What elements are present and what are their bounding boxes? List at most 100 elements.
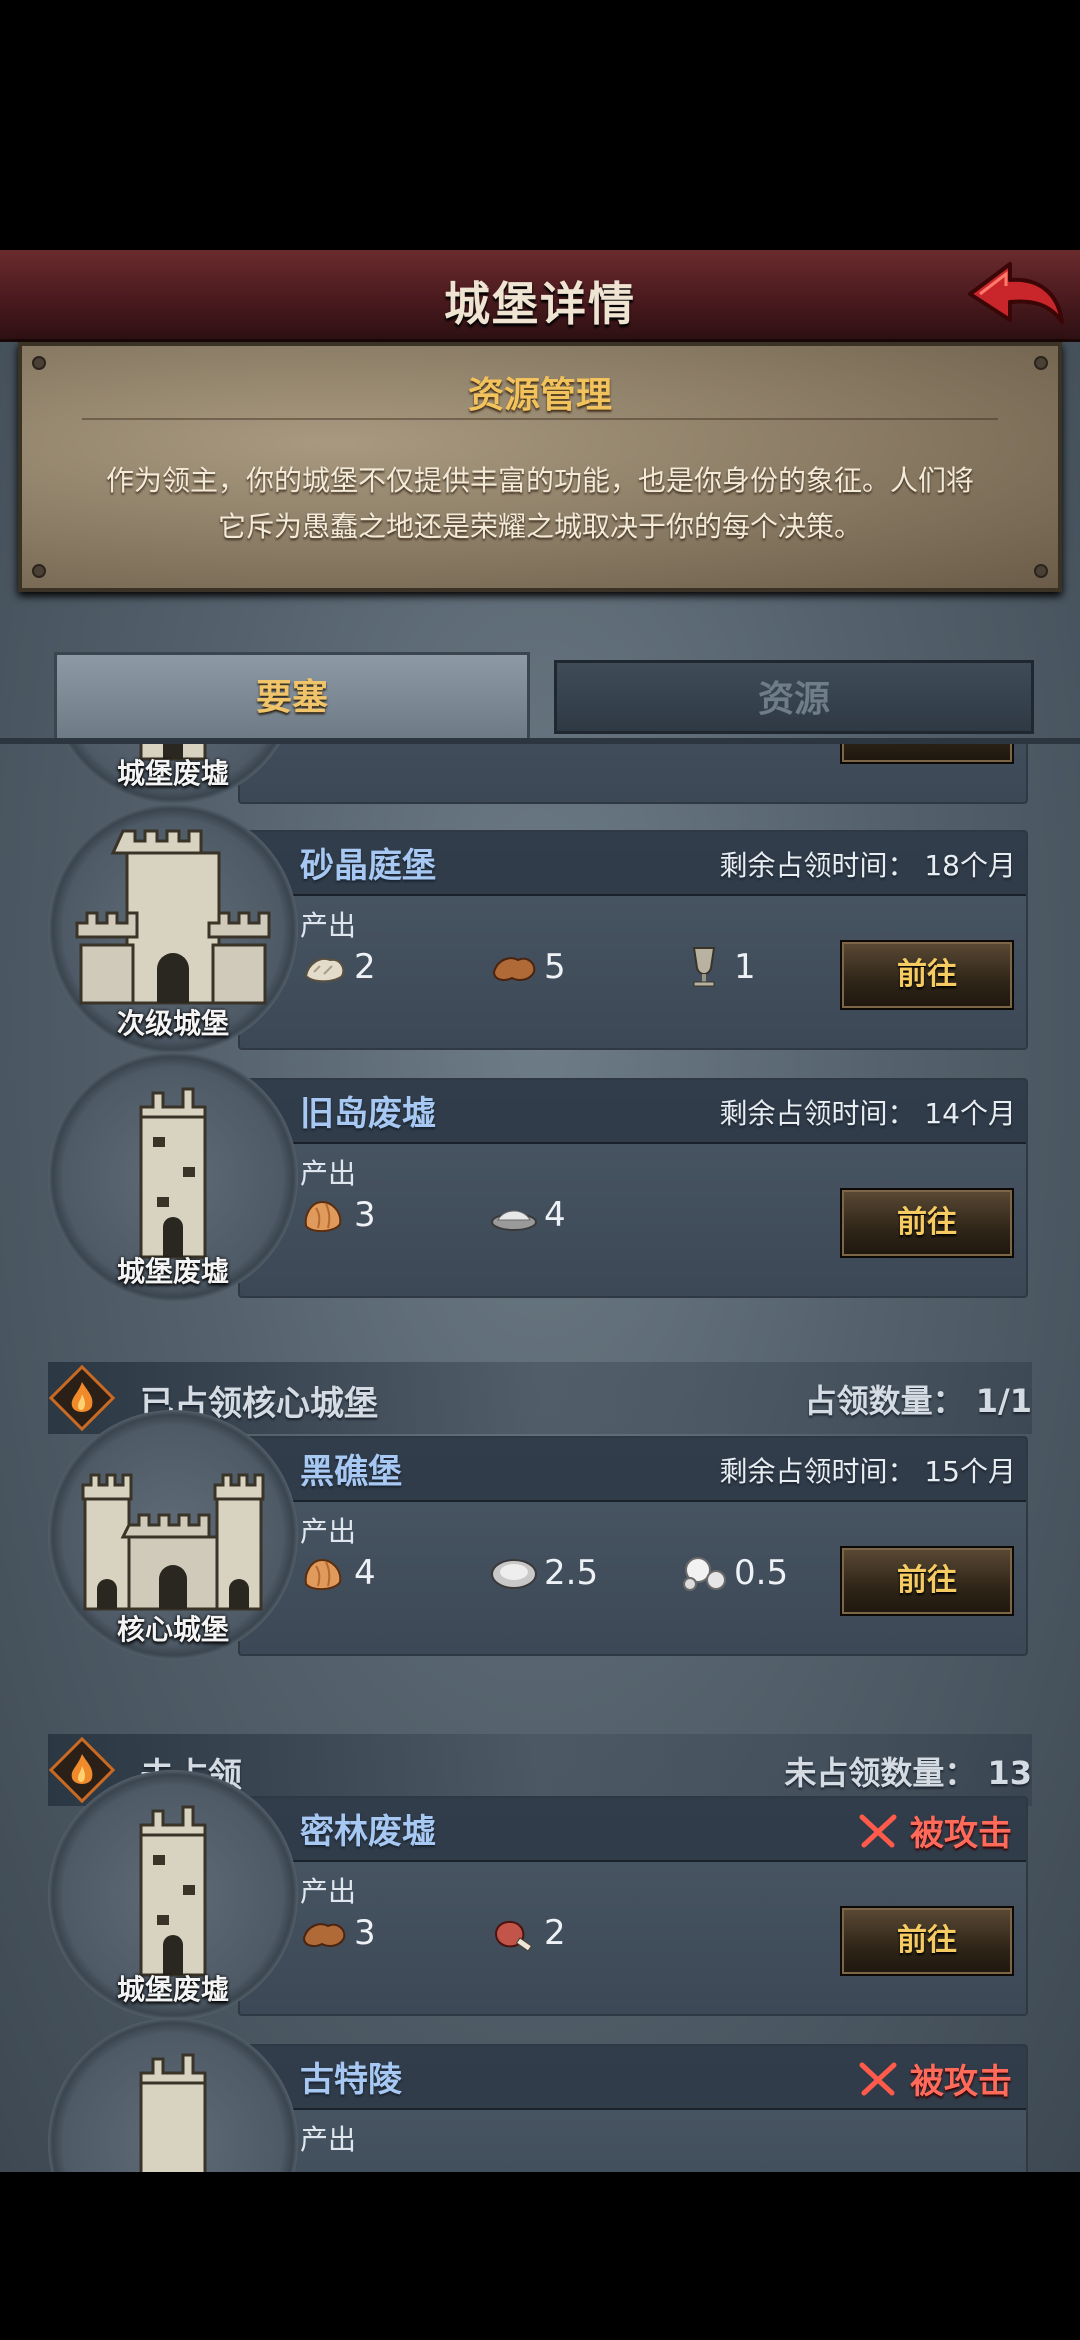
castle-emblem: 城堡废墟 — [48, 1770, 298, 2020]
produce-label: 产出 — [300, 1875, 357, 1908]
castle-emblem: 核心城堡 — [48, 1410, 298, 1660]
tab-bar: 要塞 资源 — [54, 652, 1034, 738]
under-attack-status: 被攻击 — [858, 1806, 1012, 1855]
produce-label: 产出 — [300, 2123, 357, 2156]
castle-card: 黑礁堡 剩余占领时间： 15个月 产出 4 2.5 0.5 前往 — [238, 1436, 1028, 1656]
bread-icon — [304, 1200, 342, 1232]
resource-item: 1 — [680, 942, 756, 992]
remaining-time-value: 18个月 — [924, 849, 1016, 882]
resource-amount: 0.5 — [734, 1553, 789, 1593]
leather-icon — [302, 1923, 346, 1947]
pearl-icon — [683, 1557, 726, 1591]
resource-item: 4 — [300, 1548, 376, 1598]
go-button[interactable]: 前往 — [840, 1906, 1014, 1976]
oyster-icon — [491, 1559, 537, 1589]
rivet-icon — [1034, 564, 1048, 578]
tab-fortress[interactable]: 要塞 — [54, 652, 530, 738]
go-button[interactable]: 前往 — [840, 940, 1014, 1010]
crossed-swords-icon — [859, 2062, 897, 2096]
section-count: 占领数量： 1/1 — [805, 1376, 1032, 1422]
castle-card: 古特陵 被攻击 产出 — [238, 2044, 1028, 2172]
notice-line-2: 它斥为愚蠢之地还是荣耀之城取决于你的每个决策。 — [217, 510, 862, 543]
resource-item: 0.5 — [680, 1548, 788, 1598]
remaining-time-label: 剩余占领时间： — [719, 1455, 916, 1488]
page-title: 城堡详情 — [444, 277, 636, 331]
castle-card: 砂晶庭堡 剩余占领时间： 18个月 产出 2 5 1 前往 — [238, 830, 1028, 1050]
tab-resources[interactable]: 资源 — [554, 660, 1034, 734]
castle-emblem — [48, 2018, 298, 2172]
resource-item: 4 — [490, 1190, 566, 1240]
notice-divider — [82, 418, 998, 420]
meat-icon — [494, 1920, 533, 1952]
resource-item: 2 — [490, 1908, 566, 1958]
castle-name: 砂晶庭堡 — [300, 846, 436, 886]
go-button[interactable]: 前往 — [840, 1188, 1014, 1258]
produce-label: 产出 — [300, 1515, 357, 1548]
resource-amount: 5 — [544, 947, 566, 987]
notice-title: 资源管理 — [467, 375, 612, 416]
castle-type-label: 城堡废墟 — [116, 1973, 229, 2006]
remaining-time-value: 15个月 — [924, 1455, 1016, 1488]
core-castle-icon — [81, 1473, 265, 1611]
ruined-tower-icon — [139, 2053, 207, 2172]
section-count-label: 占领数量： — [804, 1382, 965, 1420]
castle-name: 古特陵 — [300, 2060, 402, 2100]
produce-label: 产出 — [300, 909, 357, 942]
castle-emblem: 城堡废墟 — [48, 1052, 298, 1302]
castle-type-label: 城堡废墟 — [116, 1255, 229, 1288]
back-arrow-icon — [968, 262, 1064, 324]
resource-item: 3 — [300, 1190, 376, 1240]
resource-notice-panel: 资源管理 作为领主，你的城堡不仅提供丰富的功能，也是你身份的象征。人们将 它斥为… — [18, 342, 1062, 592]
castle-emblem: 次级城堡 — [48, 804, 298, 1054]
resource-amount: 3 — [354, 1913, 376, 1953]
resource-item: 3 — [300, 1908, 376, 1958]
section-count-value: 1/1 — [975, 1382, 1032, 1420]
ruined-tower-icon — [139, 1805, 207, 1977]
under-attack-label: 被攻击 — [910, 2062, 1012, 2102]
resource-amount: 4 — [544, 1195, 566, 1235]
produce-label: 产出 — [300, 1157, 357, 1190]
bread-icon — [304, 1558, 342, 1590]
castle-card-partial: 6 前往 — [238, 744, 1028, 804]
resource-item: 6 — [300, 744, 376, 746]
remaining-time-label: 剩余占领时间： — [719, 1097, 916, 1130]
castle-name: 密林废墟 — [300, 1812, 436, 1852]
salt-icon — [491, 1210, 537, 1231]
remaining-time-value: 14个月 — [924, 1097, 1016, 1130]
castle-type-label: 核心城堡 — [116, 1613, 229, 1646]
remaining-time: 剩余占领时间： 18个月 — [719, 844, 1016, 884]
castle-type-label: 次级城堡 — [116, 1007, 229, 1040]
go-button[interactable]: 前往 — [840, 744, 1014, 764]
section-count: 未占领数量： 13 — [784, 1748, 1032, 1794]
castle-name: 旧岛废墟 — [300, 1094, 436, 1134]
resource-amount: 4 — [354, 1553, 376, 1593]
remaining-time: 剩余占领时间： 15个月 — [719, 1450, 1016, 1490]
crossed-swords-icon — [859, 1814, 897, 1848]
title-bar: 城堡详情 — [0, 250, 1080, 342]
back-button[interactable] — [966, 256, 1066, 336]
under-attack-status: 被攻击 — [858, 2054, 1012, 2103]
ruined-tower-icon — [139, 1087, 207, 1259]
go-button[interactable]: 前往 — [840, 1546, 1014, 1616]
resource-amount: 2 — [544, 1913, 566, 1953]
section-count-value: 13 — [987, 1754, 1032, 1792]
notice-line-1: 作为领主，你的城堡不仅提供丰富的功能，也是你身份的象征。人们将 — [105, 464, 974, 497]
castle-card: 旧岛废墟 剩余占领时间： 14个月 产出 3 4 前往 — [238, 1078, 1028, 1298]
castle-type-label: 城堡废墟 — [116, 757, 229, 790]
leather-icon — [492, 957, 536, 981]
castle-emblem: 城堡废墟 — [48, 744, 298, 804]
under-attack-label: 被攻击 — [910, 1814, 1012, 1854]
resource-item: 2 — [300, 942, 376, 992]
rivet-icon — [32, 564, 46, 578]
secondary-castle-icon — [75, 829, 271, 1005]
resource-amount: 2.5 — [544, 1553, 599, 1593]
goblet-icon — [692, 947, 716, 987]
resource-amount: 1 — [734, 947, 756, 987]
sand-icon — [304, 958, 345, 983]
castle-list[interactable]: 6 前往 城堡废墟 砂晶庭堡 剩余占领时间： 18个月 产出 — [0, 744, 1080, 2172]
castle-detail-screen: 城堡详情 资源管理 作为领主，你的城堡不仅提供丰富的功能，也是你身份的象征。人们… — [0, 250, 1080, 2172]
castle-card: 密林废墟 被攻击 产出 3 2 前往 — [238, 1796, 1028, 2016]
resource-item: 2.5 — [490, 1548, 598, 1598]
remaining-time: 剩余占领时间： 14个月 — [719, 1092, 1016, 1132]
section-count-label: 未占领数量： — [784, 1754, 977, 1792]
